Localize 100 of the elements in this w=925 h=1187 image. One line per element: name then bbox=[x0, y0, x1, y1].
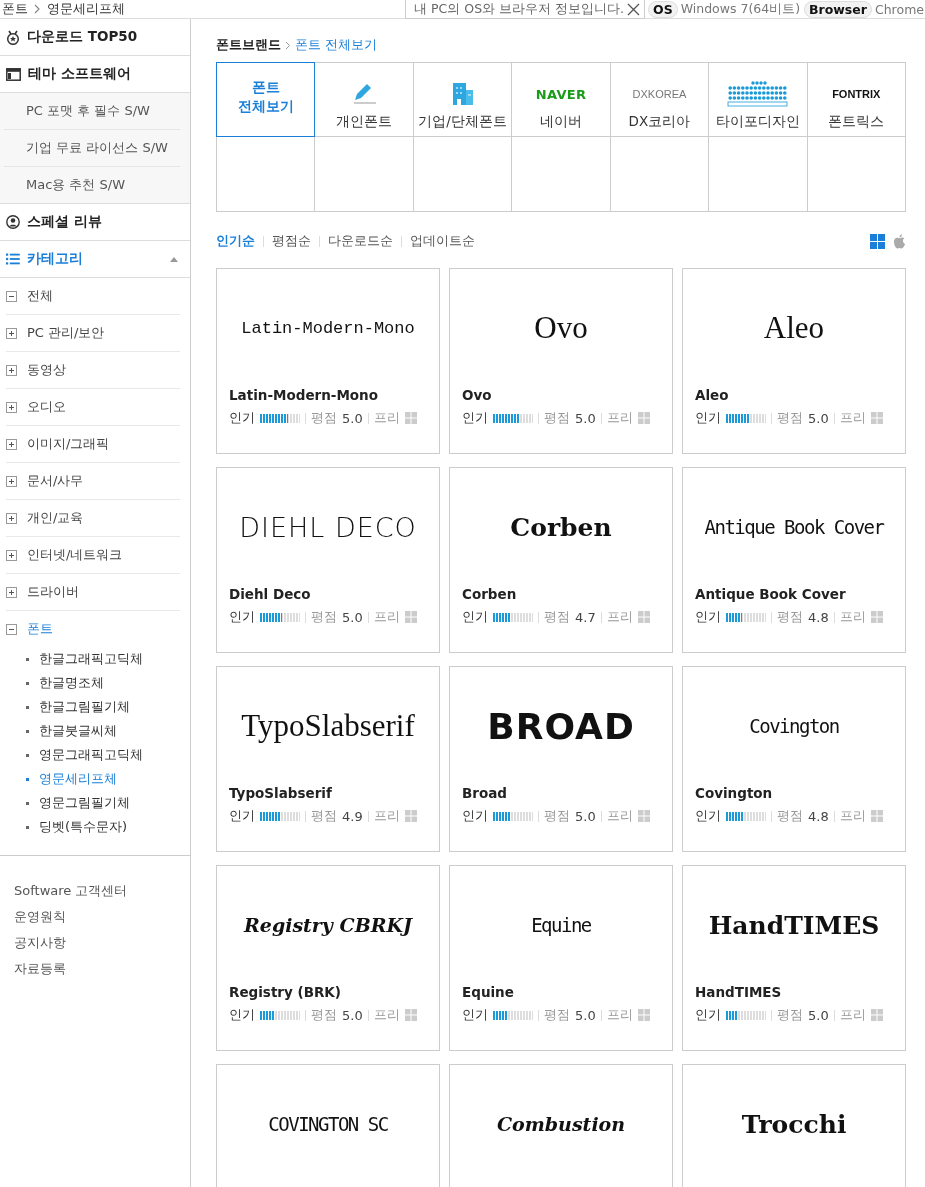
breadcrumb-link[interactable]: 폰트 bbox=[2, 0, 28, 18]
expand-icon[interactable] bbox=[6, 549, 17, 561]
bullet-icon bbox=[26, 681, 29, 685]
font-preview-text: HandTIMES bbox=[708, 910, 880, 940]
font-preview-text: Latin-Modern-Mono bbox=[241, 318, 415, 338]
font-card[interactable]: Combustion bbox=[449, 1064, 673, 1187]
footer-link[interactable]: 자료등록 bbox=[14, 960, 66, 978]
expand-icon[interactable] bbox=[6, 475, 17, 487]
brand-tab[interactable]: 개인폰트 bbox=[315, 63, 414, 137]
font-card[interactable]: TypoSlabserif TypoSlabserif 인기 평점 4.9 프리 bbox=[216, 666, 440, 852]
subcategory-item[interactable]: 한글명조체 bbox=[6, 671, 180, 695]
sidebar-menu-item[interactable]: 다운로드 TOP50 bbox=[0, 19, 190, 56]
font-card[interactable]: BROAD Broad 인기 평점 5.0 프리 bbox=[449, 666, 673, 852]
bullet-icon bbox=[26, 753, 29, 757]
sidebar-menu-item[interactable]: 스페셜 리뷰 bbox=[0, 204, 190, 241]
brand-tab[interactable]: DXKOREA DX코리아 bbox=[610, 63, 710, 137]
windows-icon bbox=[404, 412, 417, 424]
font-card[interactable]: Antique Book Cover Antique Book Cover 인기 평점 4.8 프리 bbox=[682, 467, 906, 653]
font-name: Covington bbox=[695, 785, 774, 803]
brand-tab[interactable]: FONTRIX 폰트릭스 bbox=[807, 63, 906, 137]
footer-link[interactable]: Software 고객센터 bbox=[14, 882, 128, 900]
windows-icon[interactable] bbox=[870, 233, 885, 249]
window-icon bbox=[6, 67, 21, 81]
rating-value: 4.7 bbox=[575, 609, 596, 625]
font-card[interactable]: Equine Equine 인기 평점 5.0 프리 bbox=[449, 865, 673, 1051]
subcategory-item[interactable]: 딩벳(특수문자) bbox=[6, 815, 180, 839]
category-header[interactable]: 카테고리 bbox=[0, 241, 190, 278]
sort-option[interactable]: 업데이트순 bbox=[410, 232, 475, 250]
category-item[interactable]: 오디오 bbox=[6, 389, 180, 426]
popularity-label: 인기 bbox=[695, 1006, 721, 1024]
font-card[interactable]: Registry CBRKJ Registry (BRK) 인기 평점 5.0 프리 bbox=[216, 865, 440, 1051]
font-card[interactable]: Aleo Aleo 인기 평점 5.0 프리 bbox=[682, 268, 906, 454]
price-label: 프리 bbox=[839, 1006, 866, 1024]
subcategory-item[interactable]: 한글그래픽고딕체 bbox=[6, 647, 180, 671]
windows-icon bbox=[870, 810, 883, 822]
subcategory-item[interactable]: 한글그림필기체 bbox=[6, 695, 180, 719]
font-preview-text: Aleo bbox=[763, 310, 825, 346]
expand-icon[interactable] bbox=[6, 586, 17, 598]
os-value: Windows 7(64비트) bbox=[680, 0, 801, 18]
category-item[interactable]: 동영상 bbox=[6, 352, 180, 389]
font-name: Aleo bbox=[695, 387, 730, 405]
windows-icon bbox=[870, 412, 883, 424]
category-item[interactable]: 이미지/그래픽 bbox=[6, 426, 180, 463]
font-card[interactable]: Ovo Ovo 인기 평점 5.0 프리 bbox=[449, 268, 673, 454]
subcategory-item[interactable]: 영문세리프체 bbox=[6, 767, 180, 791]
font-card[interactable]: Covington Covington 인기 평점 4.8 프리 bbox=[682, 666, 906, 852]
font-card[interactable]: COVINGTON SC bbox=[216, 1064, 440, 1187]
sidebar-submenu-item[interactable]: Mac용 추천 S/W bbox=[4, 167, 180, 203]
sort-option[interactable]: 평점순 bbox=[272, 232, 311, 250]
category-item[interactable]: 전체 bbox=[6, 278, 180, 315]
category-item[interactable]: 폰트 bbox=[6, 611, 180, 647]
font-card[interactable]: Corben Corben 인기 평점 4.7 프리 bbox=[449, 467, 673, 653]
font-preview-text: Covington bbox=[749, 715, 839, 737]
category-item[interactable]: 인터넷/네트워크 bbox=[6, 537, 180, 574]
windows-icon bbox=[637, 412, 650, 424]
category-item[interactable]: 문서/사무 bbox=[6, 463, 180, 500]
collapse-icon[interactable] bbox=[6, 623, 17, 635]
breadcrumb-link[interactable]: 폰트브랜드 bbox=[216, 36, 281, 54]
collapse-icon[interactable] bbox=[6, 290, 17, 302]
brand-tab[interactable]: 기업/단체폰트 bbox=[413, 63, 513, 137]
medal-icon bbox=[6, 29, 20, 45]
sidebar-submenu-item[interactable]: PC 포맷 후 필수 S/W bbox=[4, 93, 180, 130]
category-item[interactable]: 드라이버 bbox=[6, 574, 180, 611]
sort-option[interactable]: 인기순 bbox=[216, 232, 255, 250]
brand-tab[interactable]: NAVER 네이버 bbox=[512, 63, 611, 137]
font-card[interactable]: DIEHL DECO Diehl Deco 인기 평점 5.0 프리 bbox=[216, 467, 440, 653]
sort-option[interactable]: 다운로드순 bbox=[328, 232, 393, 250]
expand-icon[interactable] bbox=[6, 401, 17, 413]
category-item[interactable]: 개인/교육 bbox=[6, 500, 180, 537]
price-label: 프리 bbox=[606, 1006, 633, 1024]
subcategory-item[interactable]: 한글붓글씨체 bbox=[6, 719, 180, 743]
category-item[interactable]: PC 관리/보안 bbox=[6, 315, 180, 352]
close-icon[interactable] bbox=[627, 2, 640, 16]
sidebar-submenu-item[interactable]: 기업 무료 라이선스 S/W bbox=[4, 130, 180, 167]
font-card[interactable]: HandTIMES HandTIMES 인기 평점 5.0 프리 bbox=[682, 865, 906, 1051]
footer-link[interactable]: 운영원칙 bbox=[14, 908, 66, 926]
font-preview-text: Antique Book Cover bbox=[704, 516, 884, 538]
font-name: Registry (BRK) bbox=[229, 984, 342, 1002]
font-name: Antique Book Cover bbox=[695, 586, 847, 604]
brand-tab[interactable]: 타이포디자인 bbox=[709, 63, 808, 137]
bullet-icon bbox=[26, 657, 29, 661]
rating-label: 평점 bbox=[777, 608, 803, 626]
popularity-label: 인기 bbox=[695, 608, 721, 626]
bullet-icon bbox=[26, 801, 29, 805]
font-card[interactable]: Trocchi bbox=[682, 1064, 906, 1187]
price-label: 프리 bbox=[839, 608, 866, 626]
footer-link[interactable]: 공지사항 bbox=[14, 934, 66, 952]
expand-icon[interactable] bbox=[6, 512, 17, 524]
windows-icon bbox=[404, 1009, 417, 1021]
font-card[interactable]: Latin-Modern-Mono Latin-Modern-Mono 인기 평점 5.0 프리 bbox=[216, 268, 440, 454]
expand-icon[interactable] bbox=[6, 327, 17, 339]
expand-icon[interactable] bbox=[6, 438, 17, 450]
font-name: Corben bbox=[462, 586, 518, 604]
brand-tab[interactable]: 폰트 전체보기 bbox=[216, 62, 316, 137]
subcategory-item[interactable]: 영문그림필기체 bbox=[6, 791, 180, 815]
subcategory-item[interactable]: 영문그래픽고딕체 bbox=[6, 743, 180, 767]
font-name: Broad bbox=[462, 785, 508, 803]
expand-icon[interactable] bbox=[6, 364, 17, 376]
user-icon bbox=[6, 215, 20, 229]
rating-label: 평점 bbox=[544, 409, 570, 427]
